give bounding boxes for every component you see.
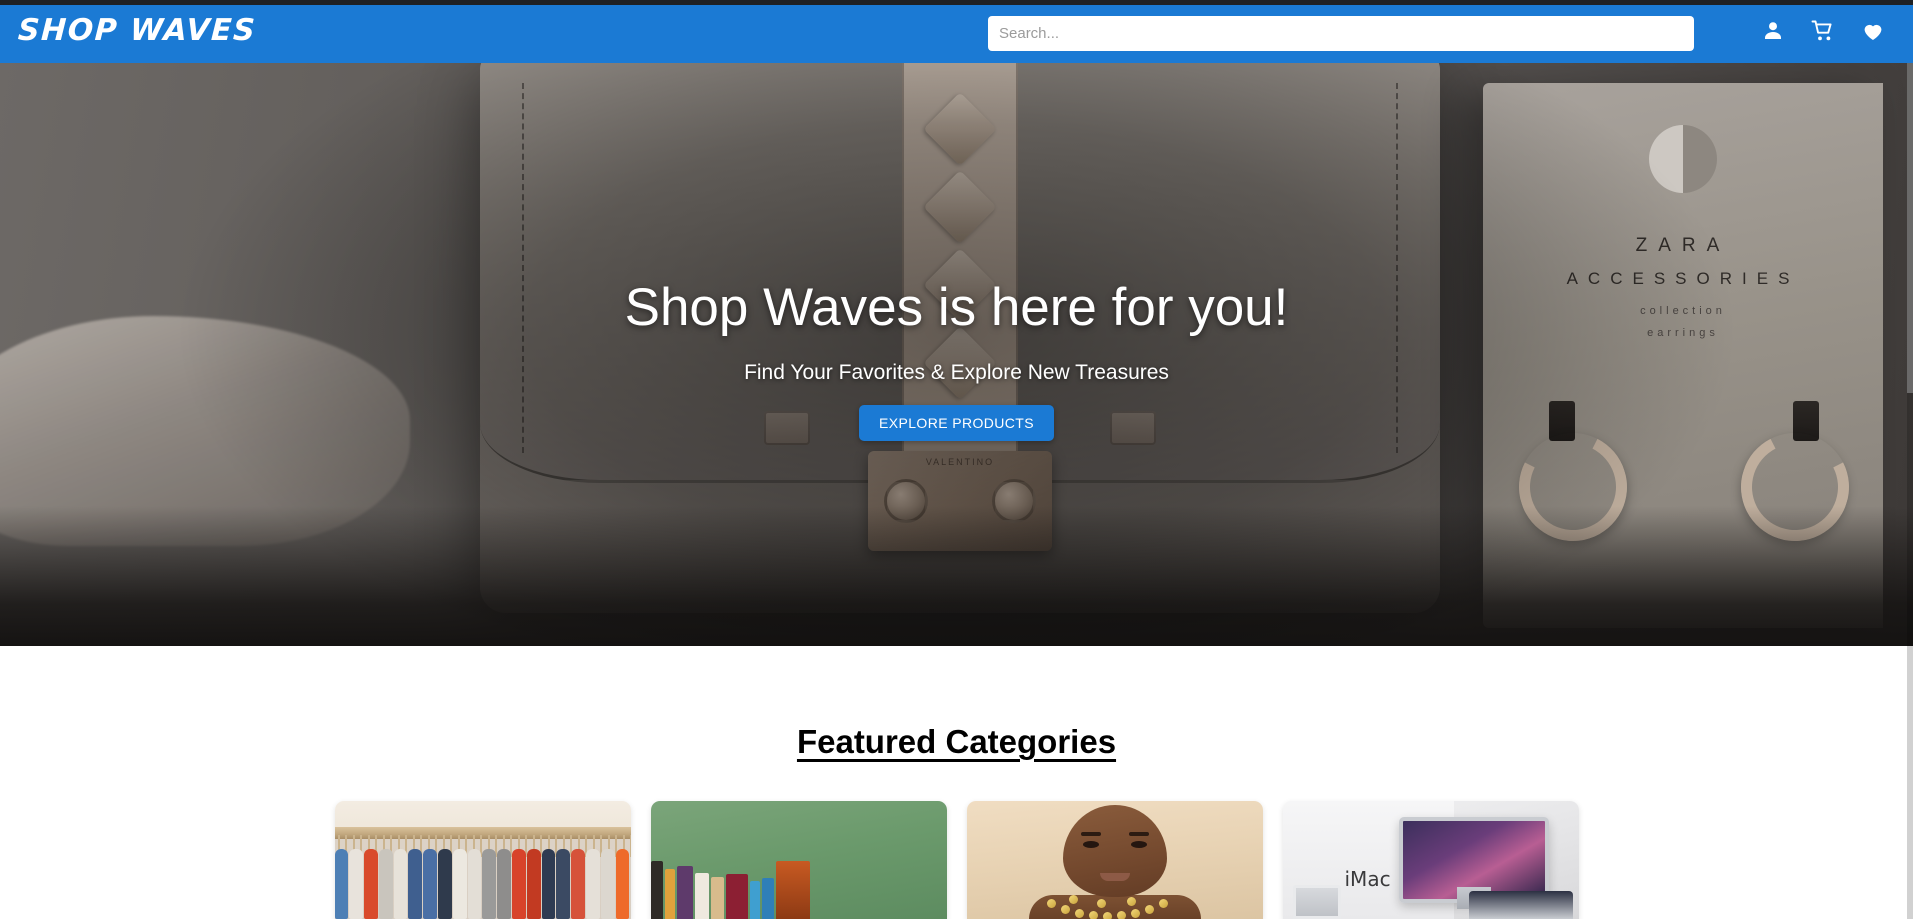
- hero-banner: VALENTINO ZARA ACCESSORIES collection ea…: [0, 63, 1913, 646]
- ipad-box: [1292, 885, 1341, 919]
- page-scrollbar-track[interactable]: [1907, 63, 1913, 919]
- hero-headline: Shop Waves is here for you!: [624, 278, 1289, 337]
- account-icon[interactable]: [1761, 19, 1785, 43]
- site-header: SHOP WAVES: [0, 5, 1913, 63]
- wishlist-heart-icon[interactable]: [1861, 19, 1885, 43]
- header-icon-group: [1761, 19, 1885, 43]
- eye: [1130, 841, 1147, 848]
- category-card-books[interactable]: [650, 801, 947, 919]
- eye: [1082, 841, 1099, 848]
- clothing-garments: [334, 849, 631, 919]
- page-scrollbar-thumb[interactable]: [1907, 63, 1913, 393]
- portrait-face: [1062, 805, 1167, 897]
- featured-categories-section: Featured Categories iMac: [0, 646, 1913, 919]
- category-card-grid: iMac: [334, 801, 1579, 919]
- books-category-image: [650, 801, 947, 919]
- eyebrow: [1128, 832, 1149, 836]
- search-input[interactable]: [988, 16, 1694, 51]
- clothing-category-image: [334, 801, 631, 919]
- site-logo[interactable]: SHOP WAVES: [17, 13, 257, 48]
- hero-content: Shop Waves is here for you! Find Your Fa…: [0, 63, 1913, 646]
- cart-icon[interactable]: [1811, 19, 1835, 43]
- search-container: [988, 16, 1694, 51]
- category-card-jewelry[interactable]: [966, 801, 1263, 919]
- book-row: [650, 861, 947, 919]
- hero-subtitle: Find Your Favorites & Explore New Treasu…: [744, 361, 1169, 385]
- featured-categories-heading: Featured Categories: [796, 723, 1117, 760]
- electronics-category-image: iMac: [1282, 801, 1579, 919]
- imac-box-label: iMac: [1344, 867, 1391, 891]
- mouth: [1099, 873, 1130, 881]
- category-card-clothing[interactable]: [334, 801, 631, 919]
- explore-products-button[interactable]: EXPLORE PRODUCTS: [859, 405, 1054, 442]
- jewelry-category-image: [966, 801, 1263, 919]
- macbook-laptop: [1468, 891, 1573, 919]
- category-card-electronics[interactable]: iMac: [1282, 801, 1579, 919]
- eyebrow: [1080, 832, 1101, 836]
- gold-necklace: [1043, 889, 1187, 919]
